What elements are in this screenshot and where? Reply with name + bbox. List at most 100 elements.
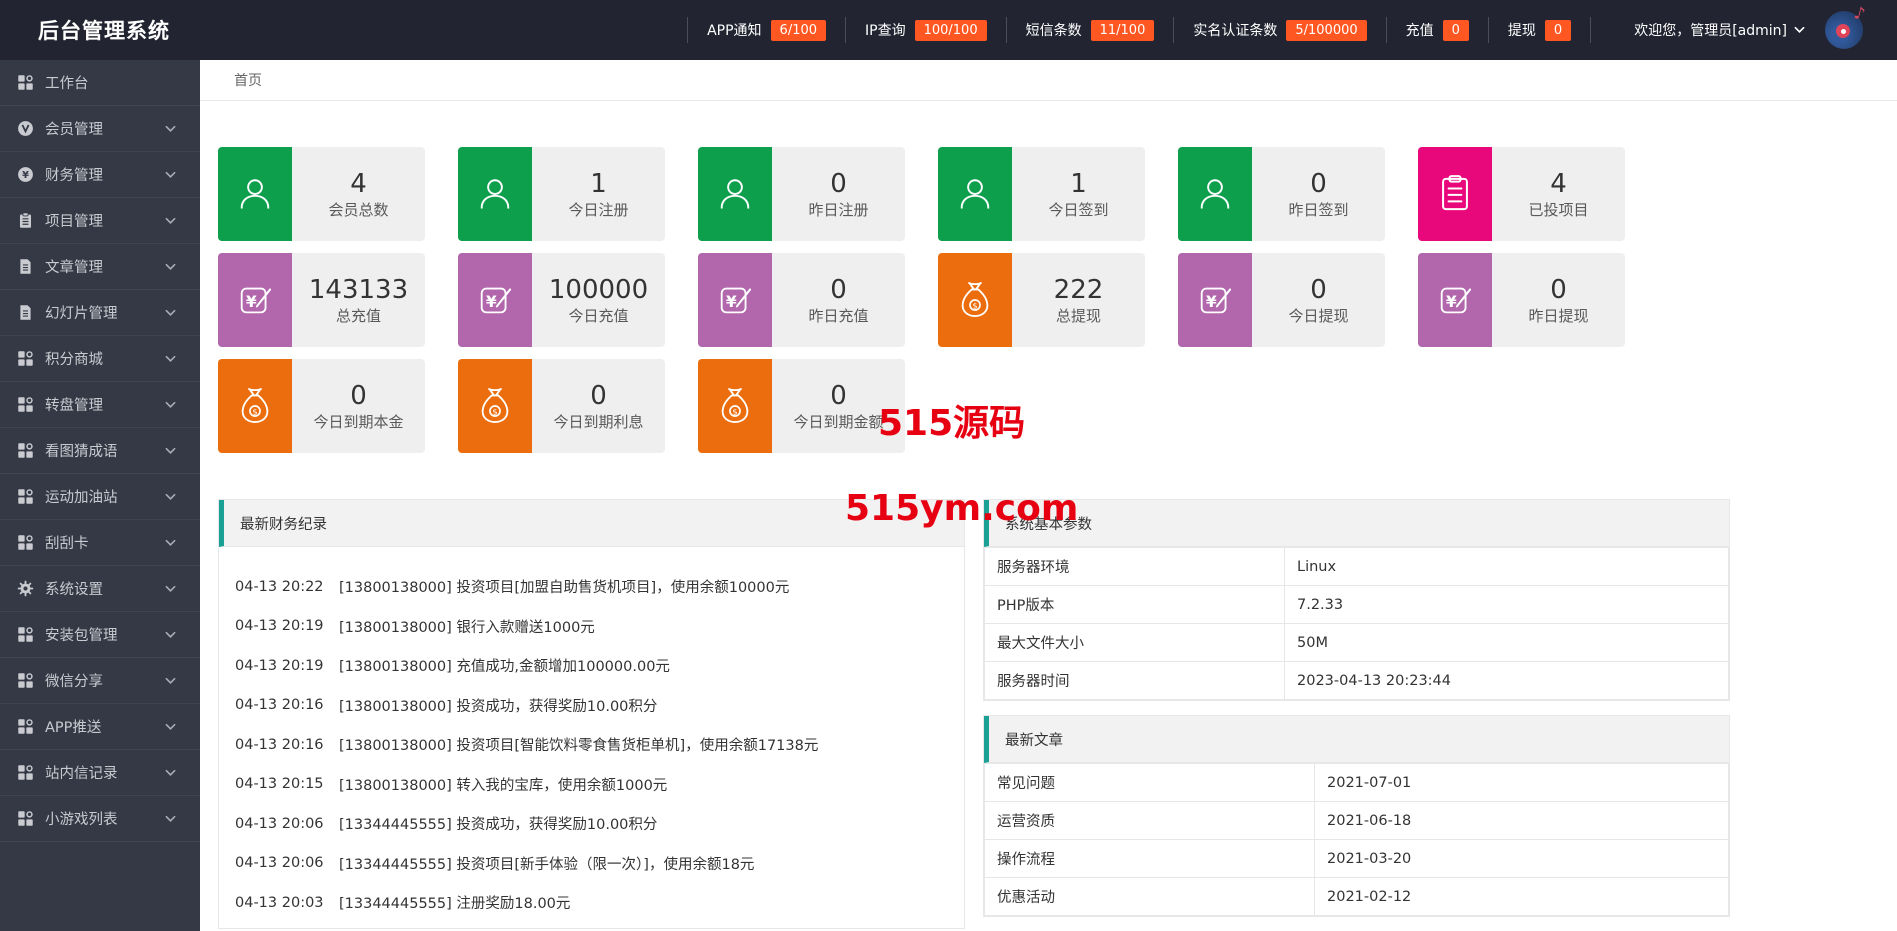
table-row: 操作流程2021-03-20 [985,840,1729,878]
stat-label: 会员总数 [328,202,388,219]
avatar[interactable]: ♪ [1825,11,1863,49]
panel-title: 系统基本参数 [984,500,1729,547]
article-date: 2021-07-01 [1315,764,1729,802]
sidebar-item[interactable]: 文章管理 [0,244,200,290]
svg-text:¥: ¥ [726,293,737,311]
latest-articles-panel: 最新文章 常见问题2021-07-01运营资质2021-06-18操作流程202… [983,715,1730,917]
record-time: 04-13 20:06 [235,855,323,871]
stat-value: 1 [1070,170,1087,199]
svg-text:$: $ [732,406,737,416]
record-time: 04-13 20:16 [235,737,323,753]
svg-text:¥: ¥ [22,170,29,181]
stat-value: 0 [1310,170,1327,199]
sidebar-item[interactable]: 微信分享 [0,658,200,704]
header-stat[interactable]: APP通知6/100 [707,20,826,41]
main-content: 首页 4会员总数1今日注册0昨日注册1今日签到0昨日签到4已投项目¥143133… [200,60,1897,931]
sidebar-item-label: 会员管理 [45,118,165,139]
header-stat-badge: 100/100 [915,20,987,41]
header-stat[interactable]: 实名认证条数5/100000 [1193,20,1366,41]
article-date: 2021-06-18 [1315,802,1729,840]
finance-record: 04-13 20:03[13344445555] 注册奖励18.00元 [235,883,948,923]
finance-record: 04-13 20:19[13800138000] 充值成功,金额增加100000… [235,646,948,686]
stat-card: ¥0昨日充值 [698,253,905,347]
sidebar-item[interactable]: 系统设置 [0,566,200,612]
header-stat-badge: 6/100 [771,20,826,41]
chevron-down-icon [165,171,176,179]
table-row: 最大文件大小50M [985,624,1729,662]
stat-value: 0 [350,382,367,411]
chevron-down-icon [165,631,176,639]
grid-icon [17,396,34,413]
sidebar-item[interactable]: 积分商城 [0,336,200,382]
article-title[interactable]: 优惠活动 [985,878,1315,916]
stat-label: 昨日充值 [808,308,868,325]
header-stat-badge: 0 [1545,20,1571,41]
yen-icon: ¥ [1418,253,1492,347]
sidebar-item-label: 安装包管理 [45,624,165,645]
header-stat[interactable]: 短信条数11/100 [1026,20,1155,41]
sidebar-item[interactable]: 转盘管理 [0,382,200,428]
breadcrumb[interactable]: 首页 [234,70,262,90]
record-text: [13344445555] 投资项目[新手体验（限一次）]，使用余额18元 [339,853,754,874]
param-label: 服务器环境 [985,548,1285,586]
sidebar-item[interactable]: 安装包管理 [0,612,200,658]
panel-title: 最新财务纪录 [219,500,964,547]
sidebar-item[interactable]: 看图猜成语 [0,428,200,474]
sidebar-item[interactable]: 刮刮卡 [0,520,200,566]
sidebar-item[interactable]: ¥ 财务管理 [0,152,200,198]
chevron-down-icon [165,493,176,501]
article-date: 2021-02-12 [1315,878,1729,916]
svg-text:¥: ¥ [1446,293,1457,311]
sidebar-item[interactable]: 小游戏列表 [0,796,200,842]
sidebar-item-label: 财务管理 [45,164,165,185]
record-text: [13800138000] 转入我的宝库，使用余额1000元 [339,774,667,795]
chevron-down-icon [165,401,176,409]
stat-label: 今日到期利息 [553,414,643,431]
stat-card: ¥0昨日提现 [1418,253,1625,347]
record-text: [13800138000] 银行入款赠送1000元 [339,616,595,637]
sidebar-item[interactable]: 项目管理 [0,198,200,244]
sidebar-item[interactable]: 幻灯片管理 [0,290,200,336]
bag-icon: $ [938,253,1012,347]
stat-label: 已投项目 [1528,202,1588,219]
sidebar-item[interactable]: APP推送 [0,704,200,750]
app-header: 后台管理系统 APP通知6/100IP查询100/100短信条数11/100实名… [0,0,1897,60]
divider [1488,17,1489,43]
record-time: 04-13 20:15 [235,776,323,792]
grid-icon [17,74,34,91]
stat-value: 222 [1054,276,1104,305]
table-row: 优惠活动2021-02-12 [985,878,1729,916]
stat-card: 0昨日签到 [1178,147,1385,241]
svg-text:$: $ [252,406,257,416]
stat-card: ¥100000今日充值 [458,253,665,347]
divider [1386,17,1387,43]
stat-card: 1今日注册 [458,147,665,241]
article-title[interactable]: 操作流程 [985,840,1315,878]
stat-label: 今日到期本金 [313,414,403,431]
header-stat[interactable]: IP查询100/100 [865,20,987,41]
chevron-down-icon [165,263,176,271]
article-title[interactable]: 常见问题 [985,764,1315,802]
document-icon [17,304,34,321]
divider [1173,17,1174,43]
circle-yen-icon: ¥ [17,166,34,183]
sidebar-item-label: 积分商城 [45,348,165,369]
sidebar-item[interactable]: 会员管理 [0,106,200,152]
grid-icon [17,442,34,459]
yen-icon: ¥ [458,253,532,347]
header-right: APP通知6/100 IP查询100/100 短信条数11/100 实名认证条数5/1… [668,11,1863,49]
sidebar-item-label: 系统设置 [45,578,165,599]
grid-icon [17,672,34,689]
article-title[interactable]: 运营资质 [985,802,1315,840]
article-date: 2021-03-20 [1315,840,1729,878]
sidebar-item[interactable]: 运动加油站 [0,474,200,520]
sidebar-item[interactable]: 站内信记录 [0,750,200,796]
header-stats: APP通知6/100 IP查询100/100 短信条数11/100 实名认证条数5/1… [668,17,1571,43]
svg-text:¥: ¥ [486,293,497,311]
header-stat[interactable]: 充值0 [1406,20,1469,41]
user-menu[interactable]: 欢迎您，管理员[admin] [1634,20,1805,40]
header-stat[interactable]: 提现0 [1508,20,1571,41]
sidebar-item[interactable]: 工作台 [0,60,200,106]
record-time: 04-13 20:19 [235,618,323,634]
record-time: 04-13 20:06 [235,816,323,832]
